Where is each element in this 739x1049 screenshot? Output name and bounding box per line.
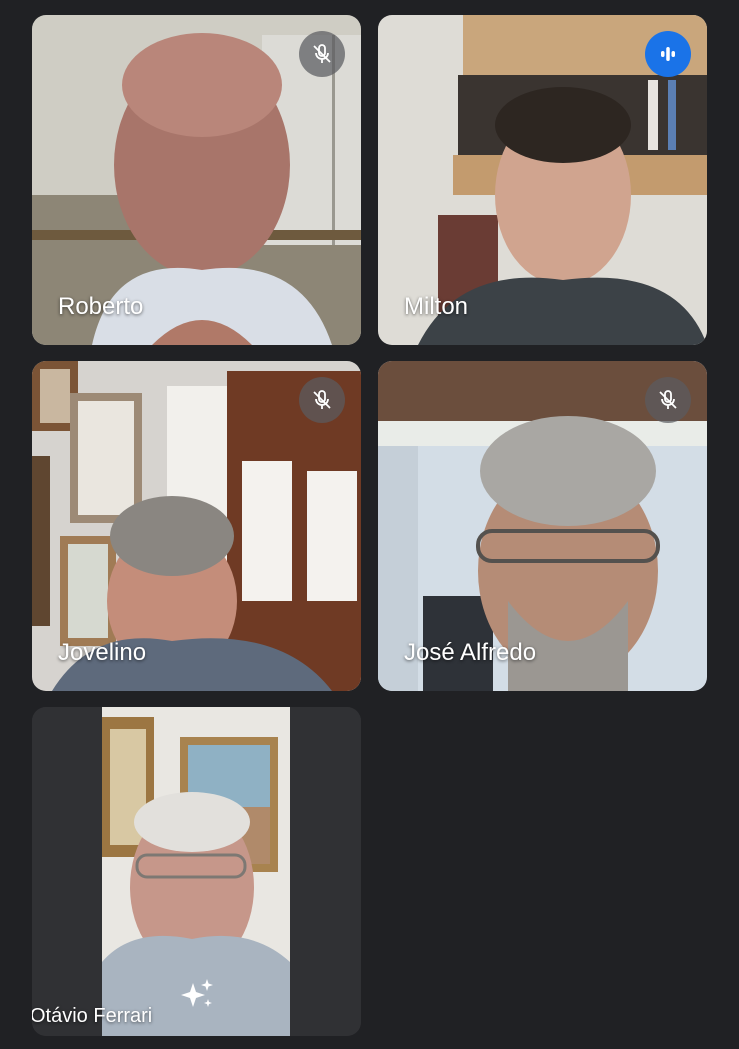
participant-name: José Alfredo xyxy=(404,639,537,666)
participant-name: Otávio Ferrari xyxy=(32,1005,153,1027)
mic-off-badge xyxy=(299,377,345,423)
participant-name: Jovelino xyxy=(58,639,147,666)
participant-name: Roberto xyxy=(58,293,144,320)
participant-tile-roberto[interactable]: Roberto xyxy=(32,15,361,345)
participant-tile-otavio-ferrari[interactable]: Otávio Ferrari xyxy=(32,707,361,1036)
mic-off-icon xyxy=(659,390,677,409)
participant-name: Milton xyxy=(404,293,469,320)
mic-off-icon xyxy=(313,390,331,409)
mic-off-icon xyxy=(313,44,331,63)
mic-off-badge xyxy=(645,377,691,423)
participant-tile-milton[interactable]: Milton xyxy=(378,15,707,345)
sparkle-icon[interactable] xyxy=(178,977,216,1018)
participant-tile-jovelino[interactable]: Jovelino xyxy=(32,361,361,691)
audio-level-icon xyxy=(661,47,675,61)
speaking-indicator xyxy=(645,31,691,77)
participant-tile-jose-alfredo[interactable]: José Alfredo xyxy=(378,361,707,691)
mic-off-badge xyxy=(299,31,345,77)
